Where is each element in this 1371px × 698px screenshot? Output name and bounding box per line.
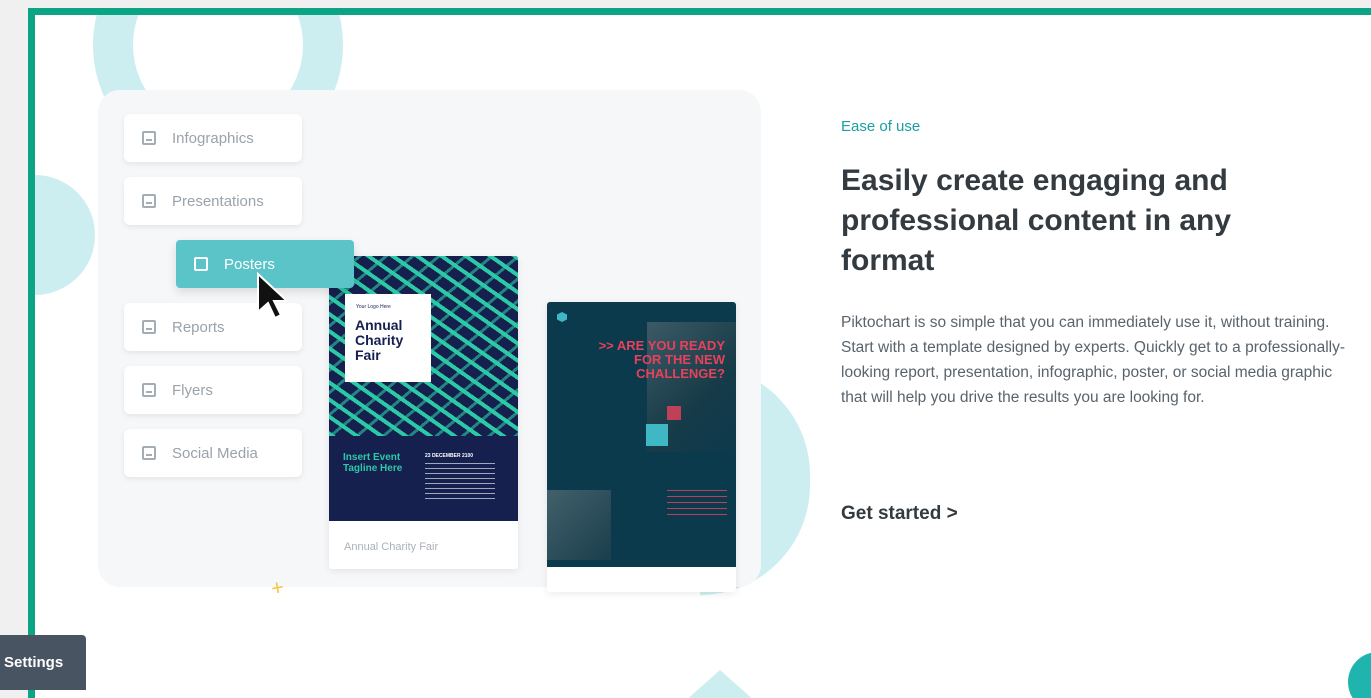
menu-item-label: Presentations (172, 192, 264, 210)
line-chart-icon (142, 320, 156, 334)
bar-chart-icon (142, 131, 156, 145)
poster-tagline: Insert Event Tagline Here (343, 452, 403, 474)
settings-button[interactable]: Settings (0, 635, 86, 690)
section-description: Piktochart is so simple that you can imm… (841, 314, 1345, 406)
menu-item-flyers[interactable]: Flyers (124, 366, 302, 414)
social-chart-icon (142, 446, 156, 460)
menu-item-label: Reports (172, 318, 225, 336)
section-headline: Easily create engaging and professional … (841, 164, 1232, 277)
poster-template-card[interactable]: Your Logo Here Annual Charity Fair Inser… (329, 256, 518, 569)
image-icon (194, 257, 208, 271)
menu-item-presentations[interactable]: Presentations (124, 177, 302, 225)
mouse-pointer-icon (257, 272, 290, 320)
poster-title-box: Your Logo Here Annual Charity Fair (345, 294, 431, 382)
get-started-link[interactable]: Get started > (841, 503, 958, 525)
settings-label: Settings (4, 654, 64, 671)
poster-title: Annual Charity Fair (355, 317, 404, 363)
flyer-title: >> ARE YOU READY FOR THE NEW CHALLENGE? (598, 338, 725, 381)
section-eyebrow: Ease of use (841, 118, 921, 135)
chat-bubble-button[interactable] (1348, 652, 1371, 698)
menu-item-label: Infographics (172, 129, 254, 147)
flyer-template-card[interactable]: >> ARE YOU READY FOR THE NEW CHALLENGE? (547, 302, 736, 592)
poster-logo-text: Your Logo Here (356, 304, 391, 310)
poster-caption: Annual Charity Fair (344, 541, 439, 553)
decor-triangle (675, 670, 765, 698)
menu-item-label: Flyers (172, 381, 213, 399)
poster-detail-lines (425, 463, 495, 503)
decor-circle-left (35, 175, 95, 295)
flyer-detail-lines (667, 490, 727, 516)
flyer-photo-secondary (547, 490, 611, 560)
flyer-accent-square-red (667, 406, 681, 420)
menu-item-social-media[interactable]: Social Media (124, 429, 302, 477)
menu-item-label: Posters (224, 255, 275, 273)
poster-preview: Your Logo Here Annual Charity Fair Inser… (329, 256, 518, 521)
presentation-icon (142, 194, 156, 208)
flyer-accent-square (646, 424, 668, 446)
flyer-preview: >> ARE YOU READY FOR THE NEW CHALLENGE? (547, 302, 736, 567)
hexagon-logo-icon (557, 312, 567, 322)
menu-item-infographics[interactable]: Infographics (124, 114, 302, 162)
menu-item-label: Social Media (172, 444, 258, 462)
content-frame: Infographics Presentations Reports Flyer… (28, 8, 1371, 698)
poster-date: 23 DECEMBER 2100 (425, 453, 474, 459)
document-icon (142, 383, 156, 397)
